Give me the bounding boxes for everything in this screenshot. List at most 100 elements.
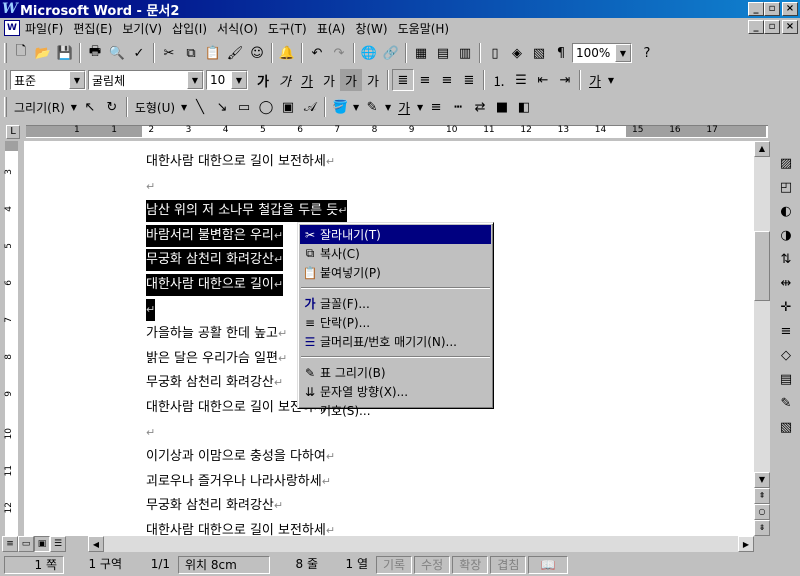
rotate-right-icon[interactable]: ◑ <box>775 224 797 246</box>
distribute-icon[interactable]: ≣ <box>458 69 480 91</box>
italic-icon[interactable]: 가 <box>274 69 296 91</box>
scroll-down-icon[interactable]: ▼ <box>754 472 770 488</box>
document-line[interactable]: 대한사람 대한으로 길이 보전하세↵ <box>146 520 335 536</box>
cut-icon[interactable]: ✂ <box>158 42 180 64</box>
menu-tools[interactable]: 도구(T) <box>263 20 312 37</box>
document-line[interactable]: 괴로우나 즐거우나 나라사랑하세↵ <box>146 471 331 493</box>
hscroll-track[interactable] <box>104 536 754 552</box>
chevron-down-icon[interactable]: ▼ <box>415 96 425 118</box>
document-line[interactable]: 이기상과 이맘으로 충성을 다하여↵ <box>146 446 335 468</box>
document-line[interactable]: 바람서리 불변함은 우리↵ <box>146 224 284 247</box>
underline-icon[interactable]: 가 <box>296 69 318 91</box>
document-map-icon[interactable]: ▧ <box>528 42 550 64</box>
horizontal-scrollbar[interactable]: ≡ ▭ ▣ ☰ ◀ ▶ <box>0 536 770 552</box>
flip-icon[interactable]: ⇅ <box>775 248 797 270</box>
bold-icon[interactable]: 가 <box>252 69 274 91</box>
font-size-combo[interactable]: 10 ▼ <box>206 70 248 90</box>
chevron-down-icon[interactable]: ▼ <box>69 96 79 118</box>
scroll-right-icon[interactable]: ▶ <box>738 536 754 552</box>
draw-font-color-icon[interactable]: 가 <box>393 96 415 118</box>
help-icon[interactable]: ? <box>636 42 658 64</box>
scroll-thumb[interactable] <box>754 231 770 301</box>
chevron-down-icon[interactable]: ▼ <box>615 44 631 62</box>
doc-restore-button[interactable]: ▫ <box>764 20 780 34</box>
minimize-button[interactable]: _ <box>748 2 764 16</box>
context-menu-text-direction[interactable]: ⇊ 문자열 방향(X)... <box>300 382 491 401</box>
insert-picture-icon[interactable]: ▨ <box>775 152 797 174</box>
undo-icon[interactable]: ↶ <box>306 42 328 64</box>
shadow-icon[interactable]: ■ <box>491 96 513 118</box>
autoshapes-menu-button[interactable]: 도형(U) <box>131 99 179 116</box>
context-menu-font[interactable]: 가 글꼴(F)... <box>300 294 491 313</box>
document-line[interactable]: 대한사람 대한으로 길이 보전하세↵ <box>146 151 335 173</box>
font-color-icon[interactable]: 가 <box>584 69 606 91</box>
vertical-ruler[interactable]: 345678910111213 <box>0 141 22 536</box>
outline-view-icon[interactable]: ☰ <box>50 536 66 552</box>
toolbar-grip[interactable] <box>4 97 7 117</box>
document-line[interactable]: 무궁화 삼천리 화려강산↵ <box>146 372 283 394</box>
context-menu-symbol[interactable]: 기호(S)... <box>300 401 491 420</box>
chevron-down-icon[interactable]: ▼ <box>351 96 361 118</box>
web-toolbar-icon[interactable]: 🌐 <box>358 42 380 64</box>
web-view-icon[interactable]: ▭ <box>18 536 34 552</box>
decrease-indent-icon[interactable]: ⇤ <box>532 69 554 91</box>
doc-minimize-button[interactable]: _ <box>748 20 764 34</box>
align-objects-icon[interactable]: ⇹ <box>775 272 797 294</box>
dash-style-icon[interactable]: ┅ <box>447 96 469 118</box>
document-line[interactable]: ↵ <box>146 422 155 444</box>
line-style-icon[interactable]: ≡ <box>425 96 447 118</box>
line-color-icon[interactable]: ✎ <box>361 96 383 118</box>
prev-page-icon[interactable]: ⇞ <box>754 488 770 504</box>
spelling-icon[interactable]: ✓ <box>128 42 150 64</box>
copy-icon[interactable]: ⧉ <box>180 42 202 64</box>
show-hide-icon[interactable]: ¶ <box>550 42 572 64</box>
bring-forward-icon[interactable]: ◰ <box>775 176 797 198</box>
document-line[interactable]: 가을하늘 공활 한데 높고↵ <box>146 323 287 345</box>
context-menu-paste[interactable]: 📋 붙여넣기(P) <box>300 263 491 282</box>
context-menu-copy[interactable]: ⧉ 복사(C) <box>300 244 491 263</box>
zoom-combo[interactable]: 100% ▼ <box>572 43 632 63</box>
bell-icon[interactable]: 🔔 <box>276 42 298 64</box>
menu-format[interactable]: 서식(O) <box>212 20 263 37</box>
status-rec[interactable]: 기록 <box>376 556 413 574</box>
format-painter-icon[interactable]: 🖌 <box>224 42 246 64</box>
scroll-left-icon[interactable]: ◀ <box>88 536 104 552</box>
line-weight-icon[interactable]: ≡ <box>775 320 797 342</box>
document-line[interactable]: 무궁화 삼천리 화려강산↵ <box>146 495 283 517</box>
save-icon[interactable]: 💾 <box>54 42 76 64</box>
hyperlink-icon[interactable]: 🔗 <box>380 42 402 64</box>
arrow-style-icon[interactable]: ⇄ <box>469 96 491 118</box>
rectangle-icon[interactable]: ▭ <box>233 96 255 118</box>
3d-icon[interactable]: ◧ <box>513 96 535 118</box>
picture-frame-icon[interactable]: ▧ <box>775 416 797 438</box>
arrow-icon[interactable]: ↘ <box>211 96 233 118</box>
menu-window[interactable]: 창(W) <box>350 20 392 37</box>
status-trk[interactable]: 수정 <box>414 556 451 574</box>
tab-selector[interactable]: L <box>6 125 20 139</box>
menu-edit[interactable]: 편집(E) <box>68 20 117 37</box>
scroll-up-icon[interactable]: ▲ <box>754 141 770 157</box>
chevron-down-icon[interactable]: ▼ <box>383 96 393 118</box>
align-center-icon[interactable]: ≡ <box>414 69 436 91</box>
next-page-icon[interactable]: ⇟ <box>754 520 770 536</box>
doc-close-button[interactable]: × <box>782 20 798 34</box>
document-line[interactable]: 밝은 달은 우리가슴 일편↵ <box>146 348 287 370</box>
redo-icon[interactable]: ↷ <box>328 42 350 64</box>
insert-table-icon[interactable]: ▤ <box>432 42 454 64</box>
pen-icon[interactable]: ✎ <box>775 392 797 414</box>
menu-insert[interactable]: 삽입(I) <box>167 20 212 37</box>
status-ovr[interactable]: 겹침 <box>490 556 527 574</box>
chevron-down-icon[interactable]: ▼ <box>179 96 189 118</box>
status-ext[interactable]: 확장 <box>452 556 489 574</box>
browse-object-icon[interactable]: ○ <box>754 504 770 520</box>
context-menu-draw-table[interactable]: ✎ 표 그리기(B) <box>300 363 491 382</box>
context-menu-paragraph[interactable]: ≡ 단락(P)... <box>300 313 491 332</box>
chevron-down-icon[interactable]: ▼ <box>231 71 247 89</box>
print-icon[interactable]: 🖶 <box>84 42 106 64</box>
document-line[interactable]: ↵ <box>146 298 156 321</box>
restore-button[interactable]: ▫ <box>764 2 780 16</box>
font-combo[interactable]: 굴림체 ▼ <box>88 70 204 90</box>
text-box-icon[interactable]: ▣ <box>277 96 299 118</box>
char-border-icon[interactable]: 가 <box>318 69 340 91</box>
rotate-left-icon[interactable]: ◐ <box>775 200 797 222</box>
